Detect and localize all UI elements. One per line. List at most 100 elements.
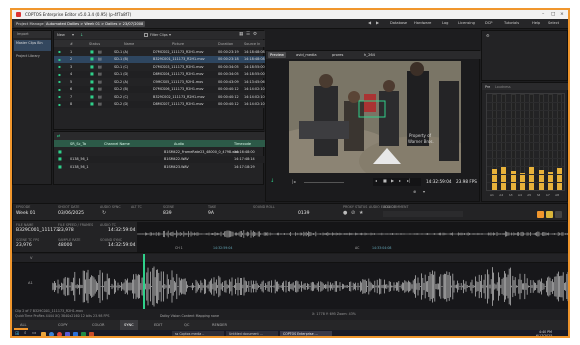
table-row[interactable]: ▪ ■ ▤ 2 SD-1 (B) B329C001_111173_R2H1.mov 00:0… bbox=[54, 55, 265, 63]
bottom-tab-render[interactable]: RENDER bbox=[208, 320, 231, 330]
taskbar-item-coptos[interactable]: COPTOS Enterprise ... bbox=[280, 330, 332, 336]
menu-tutorials[interactable]: Tutorials bbox=[504, 21, 519, 25]
audio-tc-value[interactable]: 14:32:59:04 bbox=[108, 228, 135, 233]
sound-sync-value[interactable]: 14:32:59:04 bbox=[108, 243, 135, 248]
proxy-status-icon[interactable]: ● bbox=[343, 211, 347, 216]
table-row[interactable]: ▪ ■ ▤ 7 SD-2 (C) B329C002_111173_R2H1.mov 00:0… bbox=[54, 93, 265, 100]
search-icon[interactable]: ⌕ bbox=[24, 331, 27, 337]
sync-waveform[interactable]: CH 1 14:32:59:04 AC 14:33:04:08 bbox=[136, 222, 568, 252]
sample-rate-value[interactable]: 48000 bbox=[58, 243, 72, 248]
play-icon[interactable]: ▶ bbox=[391, 179, 394, 183]
gear-icon[interactable]: ⚙ bbox=[253, 32, 257, 38]
file-explorer-icon[interactable] bbox=[41, 331, 46, 336]
shoot-date-value[interactable]: 03/06/2025 bbox=[58, 211, 84, 216]
tab-avid-media[interactable]: avid_media bbox=[294, 52, 319, 58]
row-checkbox[interactable]: ▪ bbox=[58, 64, 61, 69]
bottom-tab-sync[interactable]: SYNC bbox=[120, 320, 138, 330]
task-view-icon[interactable]: ▭ bbox=[32, 331, 36, 337]
row-checkbox[interactable]: ▪ bbox=[58, 72, 61, 77]
in-point-icon[interactable]: |◂ bbox=[292, 180, 295, 184]
refresh-icon[interactable]: ↻ bbox=[102, 211, 106, 216]
flag-grey-icon[interactable] bbox=[555, 211, 562, 218]
table-row[interactable]: ■ 0138_56_1 B1SM423.WAV 14:17:18:29 bbox=[54, 163, 265, 170]
table-row[interactable]: ▪ ■ ▤ 8 SD-2 (D) D8MCS07_111173_R2H1.mov 00:00… bbox=[54, 100, 265, 108]
filter-checkbox[interactable] bbox=[144, 33, 148, 37]
sound-roll-value[interactable]: 0139 bbox=[298, 211, 309, 216]
edge-icon[interactable] bbox=[49, 331, 54, 336]
comment-field[interactable] bbox=[383, 211, 463, 217]
taskbar-item-document[interactable]: Untitled document ... bbox=[226, 330, 278, 336]
flag-yellow-icon[interactable] bbox=[546, 211, 553, 218]
tab-h264[interactable]: h_264 bbox=[362, 52, 377, 58]
menu-licensing[interactable]: Licensing bbox=[458, 21, 475, 25]
windows-start-icon[interactable]: ⊞ bbox=[15, 331, 19, 336]
row-checkbox[interactable]: ▪ bbox=[58, 49, 61, 54]
scene-value[interactable]: 839 bbox=[163, 211, 172, 216]
cancel-icon[interactable]: ⊘ bbox=[351, 211, 355, 216]
playhead[interactable] bbox=[143, 254, 145, 309]
table-row[interactable]: ▪ ■ ▤ 4 SD-1 (D) D8MCS04_111173_R2H1.mov 00:00… bbox=[54, 70, 265, 78]
tab-pre[interactable]: Pre bbox=[485, 85, 490, 89]
chevron-down-icon[interactable]: ▾ bbox=[72, 32, 74, 37]
bottom-tab-copy[interactable]: COPY bbox=[54, 320, 72, 330]
excel-icon[interactable] bbox=[81, 331, 86, 336]
new-button[interactable]: New bbox=[57, 33, 65, 37]
list-icon[interactable]: ☰ bbox=[246, 32, 250, 38]
preview-scrubber[interactable] bbox=[304, 182, 344, 183]
table-row[interactable]: ▪ ■ ▤ 6 SD-2 (B) D7MCS06_111173_R2H1.mov 00:00… bbox=[54, 85, 265, 93]
table-row[interactable]: ▪ ■ ▤ 3 SD-1 (C) D7MCS03_111173_R2H1.mov 00:00… bbox=[54, 63, 265, 70]
menu-log[interactable]: Log bbox=[442, 21, 448, 25]
tab-automated-dailies[interactable]: Automated Dailies > Week 01 > Dailies > … bbox=[44, 21, 146, 27]
stop-icon[interactable]: ■ bbox=[383, 179, 387, 183]
audio-track[interactable]: A1 bbox=[12, 264, 568, 309]
word-icon[interactable] bbox=[73, 331, 78, 336]
row-checkbox[interactable]: ▪ bbox=[58, 102, 61, 107]
skip-end-icon[interactable]: ▸| bbox=[407, 179, 410, 183]
star-icon[interactable]: ★ bbox=[359, 211, 363, 216]
tab-loudness[interactable]: Loudness bbox=[495, 85, 511, 89]
arrow-left-icon[interactable]: ◀ bbox=[368, 21, 371, 25]
taskbar-item-media[interactable]: ss Coptos media .. bbox=[172, 330, 224, 336]
tab-prores[interactable]: prores bbox=[330, 52, 345, 58]
teams-icon[interactable] bbox=[65, 331, 70, 336]
prev-frame-icon[interactable]: ◂ bbox=[375, 179, 377, 183]
video-track[interactable]: V bbox=[12, 254, 568, 263]
chevron-down-icon[interactable]: ▾ bbox=[169, 32, 171, 37]
next-frame-icon[interactable]: ▸ bbox=[399, 179, 401, 183]
close-icon[interactable]: × bbox=[560, 12, 564, 17]
bottom-tab-qc[interactable]: QC bbox=[180, 320, 193, 330]
take-value[interactable]: 9A bbox=[208, 211, 214, 216]
tab-preview[interactable]: Preview bbox=[268, 52, 286, 58]
flag-orange-icon[interactable] bbox=[537, 211, 544, 218]
file-name-value[interactable]: B329C001_111173... bbox=[16, 228, 63, 233]
episode-value[interactable]: Week 01 bbox=[16, 211, 36, 216]
row-checkbox[interactable]: ▪ bbox=[58, 87, 61, 92]
minimize-icon[interactable]: – bbox=[542, 12, 544, 17]
menu-hardware[interactable]: Hardware bbox=[414, 21, 431, 25]
table-row[interactable]: ▪ ■ ▤ 5 SD-2 (A) C9MCS05_111173_R2H1.mov 00:00… bbox=[54, 78, 265, 85]
zoom-icon[interactable]: ⊕ bbox=[413, 190, 416, 194]
row-checkbox[interactable]: ▪ bbox=[58, 57, 61, 62]
file-speed-value[interactable]: 23,978 bbox=[58, 228, 74, 233]
bin-master-clips[interactable]: Master Clips Bin bbox=[14, 40, 51, 51]
menu-dcp[interactable]: DCP bbox=[485, 21, 492, 25]
grid-icon[interactable]: ▦ bbox=[239, 32, 243, 38]
table-row[interactable]: ■ 0138_56_1 B1SM422.WAV 14:17:48:14 bbox=[54, 155, 265, 163]
bottom-tab-color[interactable]: COLOR bbox=[88, 320, 109, 330]
bottom-tab-edit[interactable]: EDIT bbox=[150, 320, 166, 330]
video-frame[interactable]: Property of Warner Bros. bbox=[289, 61, 461, 173]
import-header[interactable]: Import bbox=[13, 31, 51, 38]
row-checkbox[interactable]: ▪ bbox=[58, 94, 61, 99]
download-icon[interactable]: ↓ bbox=[270, 179, 274, 184]
powerpoint-icon[interactable] bbox=[89, 331, 94, 336]
menu-database[interactable]: Database bbox=[390, 21, 407, 25]
menu-help[interactable]: Help bbox=[532, 21, 540, 25]
sync-icon[interactable]: ⇄ bbox=[57, 133, 60, 138]
row-checkbox[interactable]: ▪ bbox=[58, 79, 61, 84]
bin-project-library[interactable]: Project Library bbox=[14, 53, 51, 63]
arrow-right-icon[interactable]: ▶ bbox=[376, 21, 379, 25]
chevron-down-icon[interactable]: ▾ bbox=[423, 190, 425, 194]
menu-select[interactable]: Select bbox=[548, 21, 559, 25]
download-icon[interactable]: ↓ bbox=[80, 32, 83, 37]
table-row[interactable]: ■ B1SM422_FrameRate23_48000_0_4798.wav 14:… bbox=[54, 148, 265, 155]
